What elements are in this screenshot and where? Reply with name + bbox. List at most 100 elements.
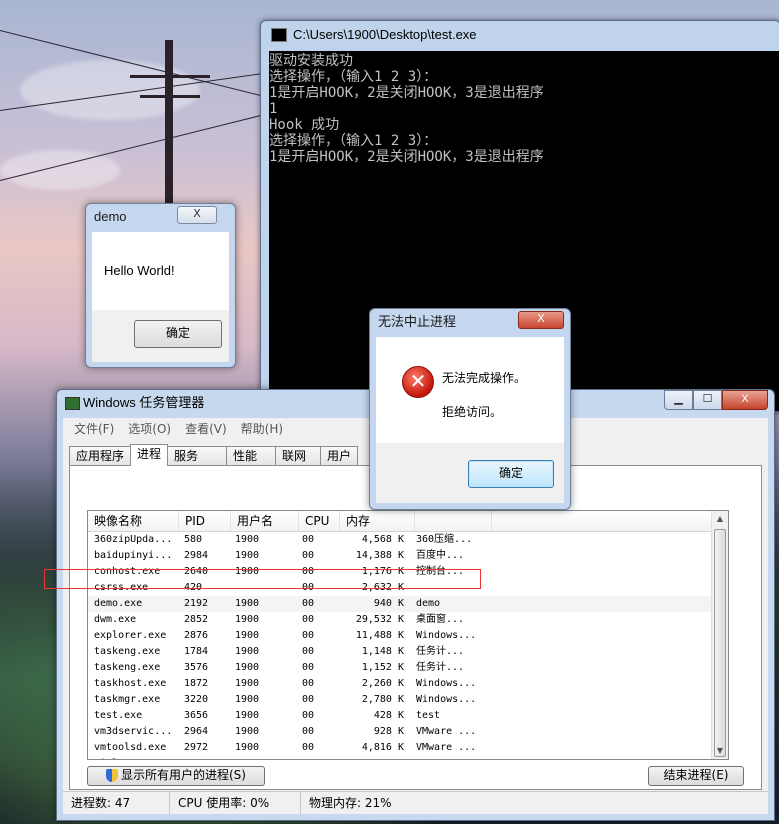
process-row[interactable]: 360zipUpda... 580 1900 00 4,568 K 360压缩... — [88, 532, 728, 548]
tab-processes[interactable]: 进程 — [130, 444, 169, 466]
error-line-1: 无法完成操作。 — [442, 371, 527, 385]
process-cell: 1900 — [235, 598, 260, 609]
minimize-button[interactable]: ▁ — [664, 390, 693, 410]
process-cell: taskeng.exe — [94, 646, 161, 657]
process-cell: taskeng.exe — [94, 662, 161, 673]
process-cell: 00 — [302, 534, 315, 545]
process-cell: 2984 — [184, 550, 209, 561]
demo-ok-button[interactable]: 确定 — [134, 320, 222, 348]
column-image-name[interactable]: 映像名称 — [88, 511, 179, 531]
column-user-name[interactable]: 用户名 — [231, 511, 299, 531]
show-all-users-label: 显示所有用户的进程(S) — [121, 768, 246, 782]
menu-view[interactable]: 查看(V) — [178, 418, 234, 438]
process-cell: 360zipUpda... — [94, 534, 173, 545]
process-cell: 2964 — [184, 726, 209, 737]
console-line: 1是开启HOOK，2是关闭HOOK，3是退出程序 — [269, 85, 544, 101]
demo-message-box[interactable]: demo X Hello World! 确定 — [85, 203, 236, 368]
menu-file[interactable]: 文件(F) — [67, 418, 121, 438]
process-cell: 11,488 K — [355, 630, 404, 641]
process-cell: 4,816 K — [361, 742, 404, 753]
error-dialog-footer: 确定 — [376, 443, 564, 503]
process-cell: winlogon.exe — [88, 756, 178, 759]
console-line: 1 — [269, 101, 278, 117]
process-row[interactable]: vm3dservic... 2964 1900 00 928 K VMware ... — [88, 724, 728, 740]
scroll-up-arrow-icon[interactable]: ▲ — [712, 511, 728, 527]
process-cell: 2852 — [184, 614, 209, 625]
column-description[interactable] — [415, 511, 492, 531]
process-cell: 1900 — [235, 630, 260, 641]
process-row[interactable]: explorer.exe 2876 1900 00 11,488 K Windows... — [88, 628, 728, 644]
process-cell: 508 — [178, 756, 229, 759]
scroll-thumb[interactable] — [714, 529, 726, 757]
process-cell: taskmgr.exe — [94, 694, 161, 705]
process-row[interactable]: vmtoolsd.exe 2972 1900 00 4,816 K VMware ... — [88, 740, 728, 756]
process-cell: 1900 — [235, 550, 260, 561]
column-memory[interactable]: 内存 — [340, 511, 415, 531]
error-dialog-body: ✕ 无法完成操作。 拒绝访问。 — [376, 337, 564, 443]
demo-close-button[interactable]: X — [177, 206, 217, 224]
error-close-button[interactable]: X — [518, 311, 564, 329]
error-dialog[interactable]: 无法中止进程 X ✕ 无法完成操作。 拒绝访问。 确定 — [369, 308, 571, 510]
menu-options[interactable]: 选项(O) — [121, 418, 178, 438]
close-button[interactable]: X — [722, 390, 768, 410]
column-pid[interactable]: PID — [179, 511, 231, 531]
process-row[interactable]: taskeng.exe 1784 1900 00 1,148 K 任务计... — [88, 644, 728, 660]
process-cell: dwm.exe — [94, 614, 137, 625]
utility-pole — [165, 40, 173, 220]
process-cell: 00 — [302, 710, 315, 721]
utility-pole-crossbar — [130, 75, 210, 78]
process-cell: test — [416, 710, 441, 721]
process-cell: demo.exe — [94, 598, 143, 609]
tab-performance[interactable]: 性能 — [226, 446, 277, 465]
process-cell — [229, 756, 296, 759]
tab-networking[interactable]: 联网 — [275, 446, 322, 465]
tab-applications[interactable]: 应用程序 — [69, 446, 132, 465]
process-cell: 3220 — [184, 694, 209, 705]
process-row[interactable]: taskeng.exe 3576 1900 00 1,152 K 任务计... — [88, 660, 728, 676]
cloud — [20, 60, 200, 120]
tab-services[interactable]: 服务 — [167, 446, 228, 465]
process-row[interactable]: winlogon.exe508 001,880 K — [88, 756, 728, 759]
process-cell: 百度中... — [416, 550, 465, 561]
process-cell: 1900 — [235, 534, 260, 545]
process-cell: 00 — [302, 742, 315, 753]
process-cell: 00 — [302, 662, 315, 673]
process-cell: 00 — [302, 614, 315, 625]
column-cpu[interactable]: CPU — [299, 511, 340, 531]
menu-help[interactable]: 帮助(H) — [234, 418, 290, 438]
process-cell: demo — [416, 598, 441, 609]
error-ok-button[interactable]: 确定 — [468, 460, 554, 488]
process-cell: 00 — [302, 550, 315, 561]
console-title: C:\Users\1900\Desktop\test.exe — [293, 27, 477, 42]
process-row[interactable]: baidupinyi... 2984 1900 00 14,388 K 百度中... — [88, 548, 728, 564]
scroll-down-arrow-icon[interactable]: ▼ — [712, 743, 728, 759]
process-list-scrollbar[interactable]: ▲ ▼ — [711, 511, 728, 759]
process-cell: test.exe — [94, 710, 143, 721]
process-cell: 1900 — [235, 678, 260, 689]
process-row[interactable]: test.exe 3656 1900 00 428 K test — [88, 708, 728, 724]
console-icon — [271, 28, 287, 42]
process-cell: Windows... — [416, 678, 477, 689]
console-line: 驱动安装成功 — [269, 53, 353, 69]
end-process-button[interactable]: 结束进程(E) — [648, 766, 744, 786]
process-row[interactable]: taskhost.exe 1872 1900 00 2,260 K Windows... — [88, 676, 728, 692]
process-row[interactable]: demo.exe 2192 1900 00 940 K demo — [88, 596, 728, 612]
process-cell: 2,780 K — [361, 694, 404, 705]
process-list[interactable]: 映像名称 PID 用户名 CPU 内存 360zipUpda... 580 1900… — [87, 510, 729, 760]
show-all-users-processes-button[interactable]: 显示所有用户的进程(S) — [87, 766, 265, 786]
demo-row-highlight-box — [44, 569, 481, 589]
process-cell: 4,568 K — [361, 534, 404, 545]
process-cell: 桌面窗... — [416, 614, 465, 625]
process-cell: 1900 — [235, 646, 260, 657]
console-titlebar[interactable]: C:\Users\1900\Desktop\test.exe — [261, 21, 779, 49]
process-cell: 00 — [302, 598, 315, 609]
process-cell: 2876 — [184, 630, 209, 641]
maximize-button[interactable]: ☐ — [693, 390, 722, 410]
process-row[interactable]: dwm.exe 2852 1900 00 29,532 K 桌面窗... — [88, 612, 728, 628]
process-cell: 580 — [184, 534, 203, 545]
process-row[interactable]: taskmgr.exe 3220 1900 00 2,780 K Windows... — [88, 692, 728, 708]
process-cell: 2,260 K — [361, 678, 404, 689]
demo-box-body: Hello World! — [92, 232, 229, 310]
tab-users[interactable]: 用户 — [320, 446, 359, 465]
status-process-count: 进程数: 47 — [63, 792, 170, 814]
